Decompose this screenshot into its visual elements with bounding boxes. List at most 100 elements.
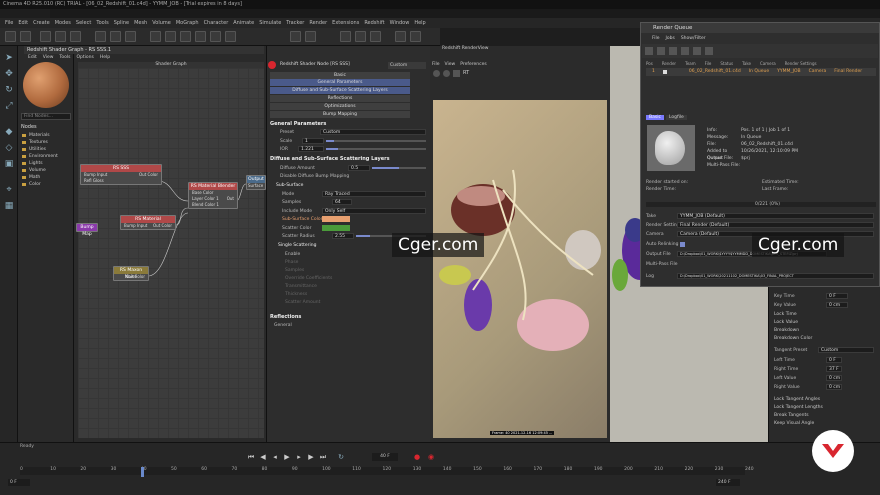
loop-icon[interactable]: ↻: [336, 452, 346, 462]
scatter-radius-input[interactable]: 2.55: [332, 233, 354, 239]
rq-menu-file[interactable]: File: [652, 36, 660, 41]
generator-icon[interactable]: [180, 31, 191, 42]
left-time-input[interactable]: 0 F: [826, 357, 842, 363]
go-end-icon[interactable]: ⏭: [318, 452, 328, 462]
playhead[interactable]: [141, 467, 144, 477]
tangent-preset-dropdown[interactable]: Custom: [818, 347, 874, 353]
render-start-icon[interactable]: [433, 70, 440, 77]
prev-key-icon[interactable]: ◀: [258, 452, 268, 462]
key-time-input[interactable]: 0 F: [826, 293, 848, 299]
single-scattering-item[interactable]: Thickness: [285, 291, 425, 299]
rs-material-blender-node[interactable]: RS Material Blender Base Color Layer Col…: [188, 182, 238, 209]
scale-input[interactable]: 1: [302, 138, 324, 144]
workplane-icon[interactable]: ▦: [3, 200, 15, 212]
open-icon[interactable]: [645, 47, 653, 55]
diffuse-amount-input[interactable]: 0.5: [348, 165, 370, 171]
rv-menu-file[interactable]: File: [432, 62, 440, 67]
node-output[interactable]: Out Color: [139, 172, 158, 178]
next-frame-icon[interactable]: ▸: [294, 452, 304, 462]
rs-sss-node[interactable]: RS SSS Bump Input Refl Gloss Out Color: [80, 164, 162, 185]
diffuse-amount-slider[interactable]: [372, 167, 426, 169]
tab-optimizations[interactable]: Optimizations: [270, 103, 410, 110]
snap-icon[interactable]: ⌖: [3, 184, 15, 196]
edges-mode-icon[interactable]: ◇: [3, 142, 15, 154]
take-dropdown[interactable]: YYMM_JOB (Default): [677, 213, 874, 219]
record-icon[interactable]: ●: [412, 452, 422, 462]
rs-volume-icon[interactable]: [395, 31, 406, 42]
node-category-textures[interactable]: Textures: [21, 139, 73, 146]
scale-tool-icon[interactable]: ⤢: [3, 100, 15, 112]
tab-reflections[interactable]: Reflections: [270, 95, 410, 102]
single-scattering-item[interactable]: Phase: [285, 259, 425, 267]
node-category-materials[interactable]: Materials: [21, 132, 73, 139]
node-category-volume[interactable]: Volume: [21, 167, 73, 174]
current-frame-input[interactable]: 40 F: [372, 453, 398, 461]
tab-basic[interactable]: Basic: [270, 72, 410, 79]
preset-dropdown[interactable]: Custom: [320, 129, 426, 135]
menu-animate[interactable]: Animate: [233, 20, 254, 26]
menu-mograph[interactable]: MoGraph: [176, 20, 199, 26]
node-category-color[interactable]: Color: [21, 181, 73, 188]
next-key-icon[interactable]: ▶: [306, 452, 316, 462]
node-category-utilities[interactable]: Utilities: [21, 146, 73, 153]
node-category-environment[interactable]: Environment: [21, 153, 73, 160]
redshift-icon[interactable]: [290, 31, 301, 42]
single-scattering-item[interactable]: Transmittance: [285, 283, 425, 291]
tangent-option-row[interactable]: Break Tangents: [774, 412, 874, 420]
rs-maxon-noise-node[interactable]: RS Maxon Noise Out Color: [113, 266, 149, 281]
node-output[interactable]: Out: [227, 196, 234, 202]
rs-camera-icon[interactable]: [340, 31, 351, 42]
include-mode-dropdown[interactable]: Only Self: [322, 208, 426, 214]
rotate-icon[interactable]: [70, 31, 81, 42]
autokey-icon[interactable]: ◉: [426, 452, 436, 462]
render-settings-dropdown[interactable]: Final Render (Default): [677, 222, 874, 228]
menu-modes[interactable]: Modes: [55, 20, 71, 26]
node-category-lights[interactable]: Lights: [21, 160, 73, 167]
menu-simulate[interactable]: Simulate: [259, 20, 281, 26]
menu-render[interactable]: Render: [309, 20, 327, 26]
camera-icon[interactable]: [210, 31, 221, 42]
find-nodes-input[interactable]: Find Nodes...: [21, 113, 71, 120]
key-option-row[interactable]: Lock Time: [774, 311, 874, 319]
render-settings-icon[interactable]: [125, 31, 136, 42]
menu-spline[interactable]: Spline: [114, 20, 129, 26]
menu-tracker[interactable]: Tracker: [286, 20, 304, 26]
key-option-row[interactable]: Breakdown Color: [774, 335, 874, 343]
scale-icon[interactable]: [55, 31, 66, 42]
scale-slider[interactable]: [326, 140, 426, 142]
render-icon[interactable]: [110, 31, 121, 42]
menu-help[interactable]: Help: [414, 20, 425, 26]
timeline-ruler[interactable]: 0102030405060708090100110120130140150160…: [20, 467, 754, 475]
polygons-mode-icon[interactable]: ▣: [3, 158, 15, 170]
rq-menu-jobs[interactable]: Jobs: [666, 36, 675, 41]
sg-menu-tools[interactable]: Tools: [59, 54, 70, 62]
start-frame-input[interactable]: 0 F: [8, 479, 30, 486]
rt-icon[interactable]: RT: [463, 70, 473, 77]
menu-create[interactable]: Create: [33, 20, 50, 26]
key-option-row[interactable]: Lock Value: [774, 319, 874, 327]
mode-dropdown-sss[interactable]: Ray Traced: [322, 191, 426, 197]
output-node[interactable]: Output Surface: [246, 175, 266, 190]
rs-material-icon[interactable]: [410, 31, 421, 42]
log-path-input[interactable]: D:\Dropbox\01_WORK\20211102_DOMESTIKA\03…: [677, 273, 874, 279]
node-output[interactable]: Out Color: [114, 274, 148, 280]
single-scattering-item[interactable]: Scatter Amount: [285, 299, 425, 307]
points-mode-icon[interactable]: ◆: [3, 126, 15, 138]
play-icon[interactable]: ▶: [282, 452, 292, 462]
node-port[interactable]: Refl Gloss: [81, 178, 161, 184]
tab-general-parameters[interactable]: General Parameters: [270, 79, 410, 86]
deformer-icon[interactable]: [195, 31, 206, 42]
go-start-icon[interactable]: ⏮: [246, 452, 256, 462]
menu-extensions[interactable]: Extensions: [332, 20, 359, 26]
ior-input[interactable]: 1.221: [298, 146, 324, 152]
menu-edit[interactable]: Edit: [18, 20, 28, 26]
single-scattering-item[interactable]: Samples: [285, 267, 425, 275]
prev-frame-icon[interactable]: ◂: [270, 452, 280, 462]
tangent-option-row[interactable]: Lock Tangent Angles: [774, 396, 874, 404]
redo-icon[interactable]: [20, 31, 31, 42]
scatter-color-swatch[interactable]: [322, 225, 350, 231]
end-frame-input[interactable]: 240 F: [716, 479, 740, 486]
sg-menu-view[interactable]: View: [43, 54, 54, 62]
right-time-input[interactable]: 37 F: [826, 366, 842, 372]
move-tool-icon[interactable]: ✥: [3, 68, 15, 80]
